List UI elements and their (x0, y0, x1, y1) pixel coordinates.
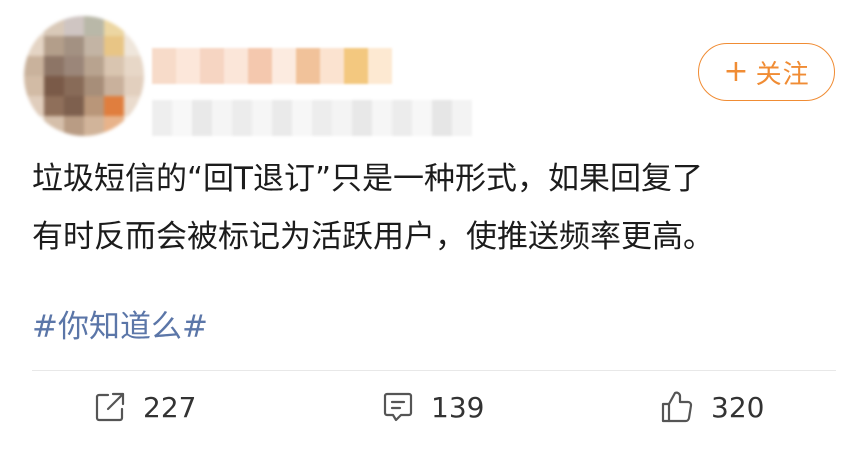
share-icon (95, 392, 125, 422)
divider (32, 370, 836, 371)
avatar[interactable] (24, 16, 144, 136)
like-count: 320 (711, 390, 765, 424)
like-button[interactable]: 320 (659, 382, 764, 432)
thumbs-up-icon (661, 391, 693, 423)
username-blurred[interactable] (152, 48, 392, 84)
action-bar: 227 139 320 (0, 382, 868, 432)
comment-icon (383, 392, 413, 422)
topic-hashtag-link[interactable]: #你知道么# (32, 305, 208, 349)
comment-button[interactable]: 139 (381, 382, 484, 432)
post-text-line: 有时反而会被标记为活跃用户，使推送频率更高。 (32, 219, 714, 255)
share-button[interactable]: 227 (93, 382, 196, 432)
post-text: 垃圾短信的“回T退订”只是一种形式，如果回复了 有时反而会被标记为活跃用户，使推… (32, 150, 842, 266)
share-count: 227 (143, 390, 197, 424)
post-text-line: 垃圾短信的“回T退订”只是一种形式，如果回复了 (32, 161, 704, 197)
follow-button-label: 关注 (755, 59, 810, 90)
post-meta-blurred (152, 100, 472, 136)
comment-count: 139 (431, 390, 485, 424)
plus-icon: + (723, 54, 750, 89)
follow-button[interactable]: + 关注 (698, 43, 835, 101)
